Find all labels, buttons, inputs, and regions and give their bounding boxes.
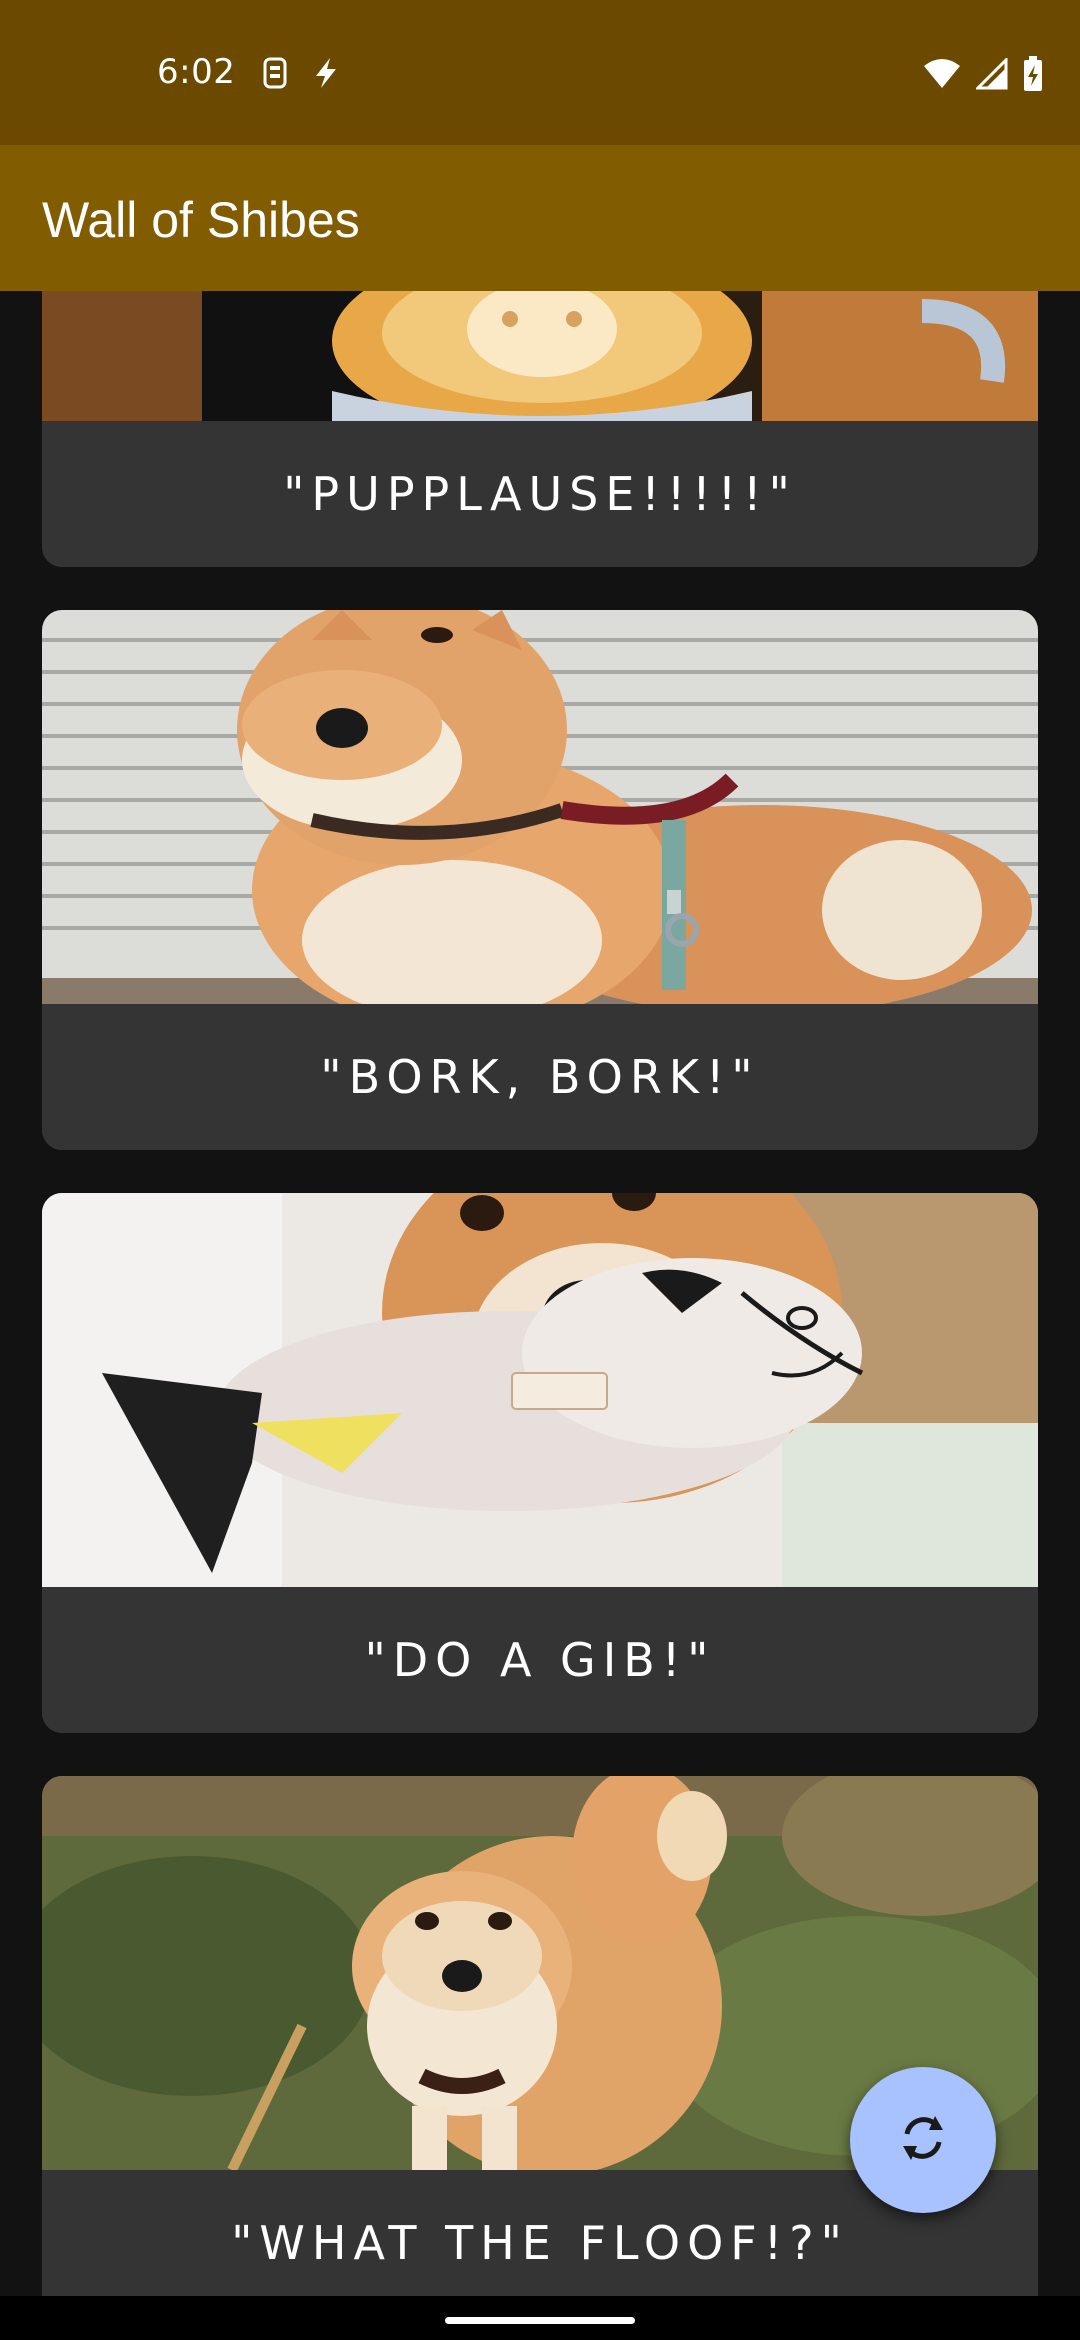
refresh-button[interactable] xyxy=(850,2067,996,2213)
app-title: Wall of Shibes xyxy=(42,192,360,248)
card-caption: "PUPPLAUSE!!!!!" xyxy=(42,421,1038,567)
card-caption: "DO A GIB!" xyxy=(42,1587,1038,1733)
card-photo xyxy=(42,610,1038,1030)
sim-card-icon xyxy=(262,56,288,95)
card-photo xyxy=(42,1193,1038,1587)
charging-bolt-icon xyxy=(312,56,340,95)
shibe-feed[interactable]: "PUPPLAUSE!!!!!" "BORK, BORK!" "DO A GIB… xyxy=(0,291,1080,2296)
battery-charging-icon xyxy=(1022,56,1044,97)
refresh-icon xyxy=(893,2108,953,2173)
status-bar: 6:02 xyxy=(0,0,1080,145)
cellular-signal-icon xyxy=(974,56,1008,95)
shibe-card[interactable]: "PUPPLAUSE!!!!!" xyxy=(42,291,1038,567)
shibe-card[interactable]: "WHAT THE FLOOF!?" xyxy=(42,1776,1038,2296)
card-caption: "BORK, BORK!" xyxy=(42,1004,1038,1150)
shibe-card[interactable]: "DO A GIB!" xyxy=(42,1193,1038,1733)
home-indicator[interactable] xyxy=(445,2317,635,2324)
wifi-icon xyxy=(922,58,962,95)
card-photo xyxy=(42,291,1038,436)
shibe-card[interactable]: "BORK, BORK!" xyxy=(42,610,1038,1150)
status-icons-right xyxy=(922,56,1044,97)
status-time: 6:02 xyxy=(157,52,236,92)
app-bar: Wall of Shibes xyxy=(0,145,1080,291)
status-icons-left xyxy=(262,56,340,95)
